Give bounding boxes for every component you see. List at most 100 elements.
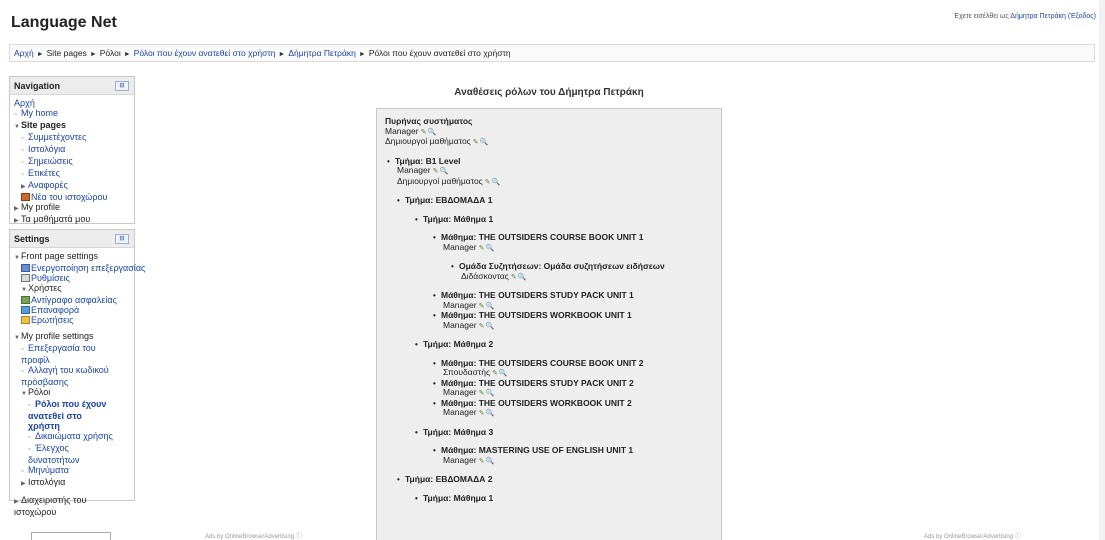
dock-icon[interactable]: ⊟ <box>115 234 129 244</box>
view-icon[interactable]: 🔍 <box>427 129 436 136</box>
edit-icon[interactable]: ✎ <box>485 179 491 186</box>
fp-users[interactable]: Χρήστες <box>28 283 62 293</box>
view-icon[interactable]: 🔍 <box>485 323 494 330</box>
breadcrumb-assigned-roles[interactable]: Ρόλοι που έχουν ανατεθεί στο χρήστη <box>134 48 276 58</box>
role-name[interactable]: Δημιουργοί μαθήματος <box>397 176 483 186</box>
ad-label-right[interactable]: Ads by OnlineBrowserAdvertising ⓘ <box>924 531 1021 540</box>
info-icon[interactable]: ⓘ <box>1015 534 1021 540</box>
site-title[interactable]: Language Net <box>11 14 117 32</box>
role-name[interactable]: Manager <box>443 242 477 252</box>
fp-settings-link[interactable]: Ρυθμίσεις <box>31 273 70 283</box>
edit-icon[interactable]: ✎ <box>479 390 485 397</box>
edit-icon[interactable]: ✎ <box>479 245 485 252</box>
breadcrumb-user[interactable]: Δήμητρα Πετράκη <box>288 48 356 58</box>
ad-label-left[interactable]: Ads by OnlineBrowserAdvertising ⓘ <box>205 531 302 540</box>
edit-icon <box>21 264 30 272</box>
page-scrollbar[interactable] <box>1099 0 1105 540</box>
role-name[interactable]: Σπουδαστής <box>443 367 490 377</box>
nav-notes-link[interactable]: Σημειώσεις <box>28 156 73 166</box>
info-icon[interactable]: ⓘ <box>296 534 302 540</box>
my-profile-settings[interactable]: My profile settings <box>21 331 94 341</box>
nav-site-pages[interactable]: Site pages <box>21 120 66 130</box>
role-entry: Manager ✎🔍 <box>433 455 713 467</box>
expanded-arrow-icon[interactable]: ▼ <box>21 285 28 295</box>
role-name[interactable]: Δημιουργοί μαθήματος <box>385 136 471 146</box>
logout-link[interactable]: (Έξοδος) <box>1068 13 1096 20</box>
nav-home-link[interactable]: Αρχή <box>14 98 35 108</box>
edit-icon[interactable]: ✎ <box>473 139 479 146</box>
expanded-arrow-icon[interactable]: ▼ <box>14 333 21 343</box>
role-name[interactable]: Manager <box>443 320 477 330</box>
edit-icon[interactable]: ✎ <box>421 129 427 136</box>
view-icon[interactable]: 🔍 <box>485 245 494 252</box>
nav-site-news-link[interactable]: Νέα του ιστοχώρου <box>31 192 107 202</box>
nav-my-courses[interactable]: Τα μαθήματά μου <box>21 214 90 224</box>
edit-icon[interactable]: ✎ <box>433 168 439 175</box>
bullet-icon: ▫ <box>21 171 24 178</box>
restore-link[interactable]: Επαναφορά <box>31 305 79 315</box>
collapsed-arrow-icon[interactable]: ▶ <box>14 497 21 507</box>
nav-blogs-link[interactable]: Ιστολόγια <box>28 144 65 154</box>
view-icon[interactable]: 🔍 <box>439 168 448 175</box>
role-name[interactable]: Manager <box>443 300 477 310</box>
view-icon[interactable]: 🔍 <box>499 370 508 377</box>
turn-editing-on-link[interactable]: Ενεργοποίηση επεξεργασίας <box>31 263 145 273</box>
collapsed-arrow-icon[interactable]: ▶ <box>21 182 28 192</box>
role-name[interactable]: Manager <box>443 387 477 397</box>
bullet-icon: • <box>387 156 390 166</box>
edit-icon[interactable]: ✎ <box>511 274 517 281</box>
site-admin-node[interactable]: Διαχειριστής του ιστοχώρου <box>14 495 86 517</box>
messages-link[interactable]: Μηνύματα <box>28 465 69 475</box>
collapsed-arrow-icon[interactable]: ▶ <box>14 216 21 226</box>
assigned-roles-current-link[interactable]: Ρόλοι που έχουν ανατεθεί στο χρήστη <box>28 399 106 431</box>
role-name[interactable]: Manager <box>443 407 477 417</box>
login-user-link[interactable]: Δήμητρα Πετράκη <box>1010 13 1066 20</box>
change-password-link[interactable]: Αλλαγή του κωδικού πρόσβασης <box>21 365 109 387</box>
edit-profile-link[interactable]: Επεξεργασία του προφίλ <box>21 343 96 365</box>
collapsed-arrow-icon[interactable]: ▶ <box>21 479 28 489</box>
view-icon[interactable]: 🔍 <box>518 274 527 281</box>
dock-icon[interactable]: ⊟ <box>115 81 129 91</box>
context-week: Τμήμα: ΕΒΔΟΜΑΔΑ 1 <box>405 195 493 205</box>
role-name[interactable]: Manager <box>385 126 419 136</box>
questions-link[interactable]: Ερωτήσεις <box>31 315 74 325</box>
context-lesson: Τμήμα: Μάθημα 1 <box>423 492 494 503</box>
breadcrumb-home[interactable]: Αρχή <box>14 48 34 58</box>
check-capabilities-link[interactable]: Έλεγχος δυνατοτήτων <box>28 443 79 465</box>
edit-icon[interactable]: ✎ <box>479 303 485 310</box>
nav-my-home-link[interactable]: My home <box>21 108 58 118</box>
edit-icon[interactable]: ✎ <box>479 410 485 417</box>
nav-my-profile[interactable]: My profile <box>21 202 60 212</box>
blogs-node[interactable]: Ιστολόγια <box>28 477 65 487</box>
expanded-arrow-icon[interactable]: ▼ <box>14 253 21 263</box>
view-icon[interactable]: 🔍 <box>485 390 494 397</box>
nav-reports-link[interactable]: Αναφορές <box>28 180 68 190</box>
breadcrumb-separator-icon: ► <box>123 51 131 58</box>
nav-participants-link[interactable]: Συμμετέχοντες <box>28 132 86 142</box>
permissions-link[interactable]: Δικαιώματα χρήσης <box>35 431 113 441</box>
edit-icon[interactable]: ✎ <box>492 370 498 377</box>
role-name[interactable]: Manager <box>397 165 431 175</box>
context-course: Μάθημα: THE OUTSIDERS COURSE BOOK UNIT 2 <box>441 357 644 368</box>
view-icon[interactable]: 🔍 <box>485 303 494 310</box>
bullet-icon: • <box>433 233 436 242</box>
search-input[interactable] <box>31 532 111 540</box>
bullet-icon: • <box>397 196 400 205</box>
edit-icon[interactable]: ✎ <box>479 458 485 465</box>
collapsed-arrow-icon[interactable]: ▶ <box>14 204 21 214</box>
role-name[interactable]: Διδάσκοντας <box>461 271 509 281</box>
backup-link[interactable]: Αντίγραφο ασφαλείας <box>31 295 117 305</box>
role-name[interactable]: Manager <box>443 455 477 465</box>
roles-node[interactable]: Ρόλοι <box>28 387 50 397</box>
view-icon[interactable]: 🔍 <box>485 458 494 465</box>
nav-tags-link[interactable]: Ετικέτες <box>28 168 60 178</box>
expanded-arrow-icon[interactable]: ▼ <box>14 122 21 132</box>
context-week: Τμήμα: ΕΒΔΟΜΑΔΑ 2 <box>405 474 493 484</box>
front-page-settings[interactable]: Front page settings <box>21 251 98 261</box>
view-icon[interactable]: 🔍 <box>480 139 489 146</box>
expanded-arrow-icon[interactable]: ▼ <box>21 389 28 399</box>
edit-icon[interactable]: ✎ <box>479 323 485 330</box>
view-icon[interactable]: 🔍 <box>492 179 501 186</box>
breadcrumb-separator-icon: ► <box>358 51 366 58</box>
view-icon[interactable]: 🔍 <box>485 410 494 417</box>
